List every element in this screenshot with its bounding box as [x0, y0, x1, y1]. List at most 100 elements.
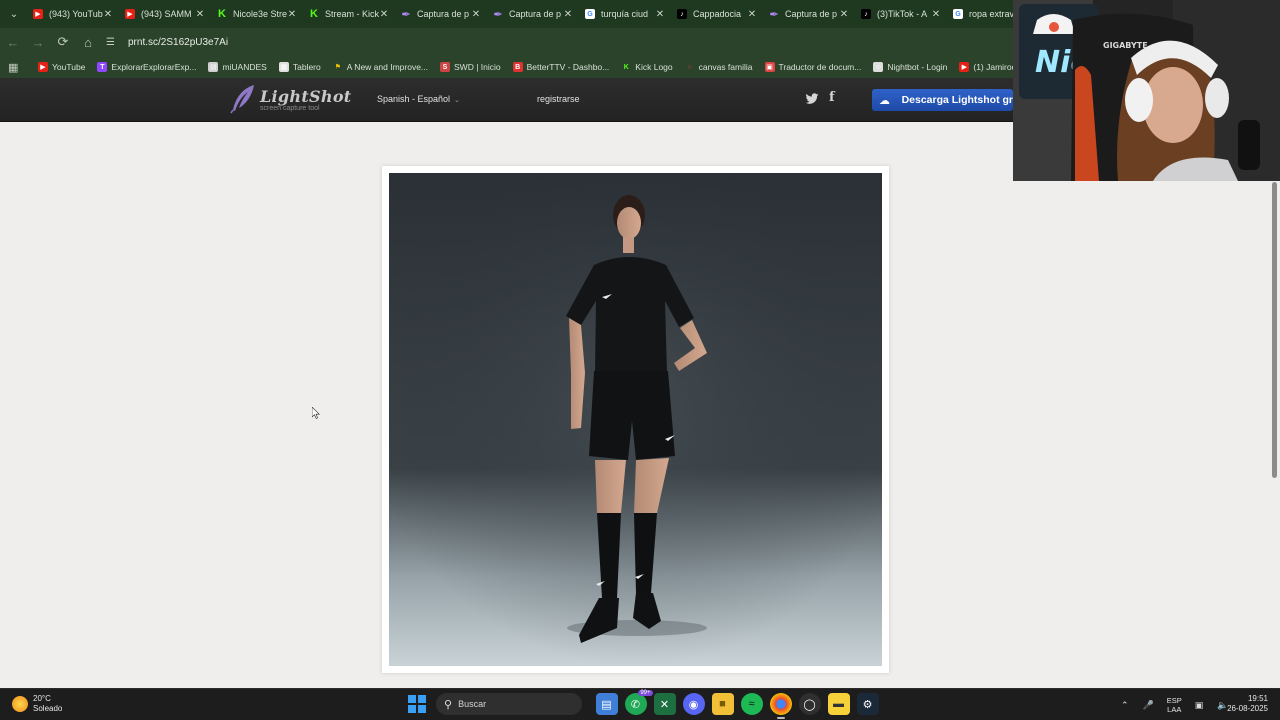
bookmark-label: Traductor de docum...	[778, 62, 862, 72]
show-hidden-icons-chevron-icon[interactable]: ⌃	[1121, 700, 1129, 711]
close-tab-icon[interactable]: ✕	[839, 9, 849, 20]
tab-title: Captura de p	[785, 9, 838, 19]
bookmark-item[interactable]: ▦ Tablero	[278, 62, 321, 72]
forward-arrow-icon[interactable]: →	[26, 30, 50, 54]
language-label: Spanish - Español	[377, 94, 451, 104]
windows-start-icon[interactable]	[408, 695, 426, 713]
bookmark-item[interactable]: ▶ YouTube	[38, 62, 85, 72]
search-placeholder: Buscar	[458, 699, 487, 709]
browser-tab[interactable]: ▶ (943) YouTube ✕	[25, 0, 117, 28]
bookmark-item[interactable]: ▤ miUANDES	[208, 62, 267, 72]
close-tab-icon[interactable]: ✕	[471, 9, 481, 20]
google-icon: G	[585, 9, 595, 19]
browser-tab[interactable]: K Stream - Kick ✕	[301, 0, 393, 28]
download-lightshot-button[interactable]: ☁ Descarga Lightshot gr	[872, 89, 1013, 111]
obs-icon[interactable]: ◯	[798, 693, 821, 715]
facebook-icon[interactable]: f	[829, 90, 835, 105]
url-text[interactable]: prnt.sc/2S162pU3e7Ai	[128, 37, 228, 48]
browser-tab[interactable]: ♪ Cappadocia ✕	[669, 0, 761, 28]
browser-tab[interactable]: ▶ (943) SAMM ✕	[117, 0, 209, 28]
close-tab-icon[interactable]: ✕	[379, 9, 389, 20]
bookmark-item[interactable]: ☺ Nightbot - Login	[873, 62, 947, 72]
lightshot-logo[interactable]: LightShot screen capture tool	[230, 84, 352, 114]
browser-tab[interactable]: ✒ Captura de p ✕	[761, 0, 853, 28]
language-selector[interactable]: Spanish - Español ⌄	[377, 94, 460, 104]
temperature: 20°C	[33, 694, 51, 703]
bookmark-item[interactable]: T ExplorarExplorarExp...	[97, 62, 196, 72]
scrollbar-thumb[interactable]	[1272, 182, 1277, 478]
microphone-icon[interactable]: 🎤	[1143, 700, 1154, 711]
close-tab-icon[interactable]: ✕	[103, 9, 113, 20]
tab-title: Captura de p	[509, 9, 562, 19]
apps-grid-icon[interactable]: ▦	[8, 61, 22, 74]
twitter-icon[interactable]	[805, 92, 819, 106]
tab-title: (3)TikTok - A	[877, 9, 928, 19]
close-tab-icon[interactable]: ✕	[747, 9, 757, 20]
tiktok-icon: ♪	[861, 9, 871, 19]
bookmark-item[interactable]: B BetterTTV - Dashbo...	[512, 62, 609, 72]
uandes-icon: ▤	[208, 62, 219, 72]
network-icon[interactable]: ▣	[1195, 700, 1204, 711]
discord-icon[interactable]: ◉	[682, 693, 705, 715]
youtube-icon: ▶	[959, 62, 970, 72]
bookmark-label: A New and Improve...	[346, 62, 429, 72]
clock-time: 19:51	[1247, 694, 1268, 703]
lightshot-feather-icon: ✒	[769, 8, 779, 21]
bookmark-item[interactable]: ▣ Traductor de docum...	[764, 62, 862, 72]
address-bar[interactable]: ☰ prnt.sc/2S162pU3e7Ai	[106, 31, 1006, 53]
input-language[interactable]: ESP LAA	[1167, 696, 1182, 714]
reload-icon[interactable]: ⟳	[51, 30, 75, 54]
kick-icon: K	[310, 8, 318, 20]
youtube-icon: ▶	[33, 9, 43, 19]
weather-sun-icon	[12, 696, 28, 712]
chrome-icon[interactable]	[769, 693, 792, 719]
register-link[interactable]: registrarse	[537, 94, 580, 104]
lang-bottom: LAA	[1167, 705, 1182, 714]
screenshot-image[interactable]	[389, 173, 882, 666]
browser-tab[interactable]: ✒ Captura de p ✕	[485, 0, 577, 28]
tab-search-chevron-icon[interactable]: ⌄	[3, 3, 25, 25]
lightshot-feather-icon: ✒	[493, 8, 503, 21]
bookmark-item[interactable]: K Kick Logo	[621, 62, 673, 72]
whatsapp-icon[interactable]: ✆ 99+	[624, 690, 653, 715]
notepad-icon[interactable]: ▤	[595, 693, 618, 715]
weather-widget[interactable]: 20°C Soleado	[12, 694, 62, 714]
system-clock[interactable]: 19:51 26-08-2025	[1224, 694, 1268, 714]
close-tab-icon[interactable]: ✕	[287, 9, 297, 20]
bookmark-label: ExplorarExplorarExp...	[111, 62, 197, 72]
vertical-scrollbar[interactable]	[1270, 182, 1280, 688]
canvas-icon: ○	[687, 63, 692, 71]
site-info-icon[interactable]: ☰	[106, 37, 120, 48]
download-label: Descarga Lightshot gr	[901, 94, 1013, 106]
webcam-feed: Nic GIGABYTE	[1013, 0, 1280, 181]
tab-title: (943) YouTube	[49, 9, 103, 19]
close-tab-icon[interactable]: ✕	[655, 9, 665, 20]
browser-tab[interactable]: ♪ (3)TikTok - A ✕	[853, 0, 945, 28]
close-tab-icon[interactable]: ✕	[931, 9, 941, 20]
home-icon[interactable]: ⌂	[76, 30, 100, 54]
logo-name: LightShot	[260, 86, 352, 106]
betterttv-icon: B	[512, 62, 523, 72]
close-tab-icon[interactable]: ✕	[195, 9, 205, 20]
taskbar-search[interactable]: ⚲ Buscar	[436, 693, 582, 715]
steam-icon[interactable]: ⚙	[856, 693, 879, 715]
bookmark-item[interactable]: S SWD | Inicio	[440, 62, 501, 72]
sticky-notes-icon[interactable]: ▬	[827, 693, 850, 715]
tab-title: Stream - Kick	[325, 9, 379, 19]
bookmark-item[interactable]: ○ canvas familia	[685, 62, 753, 72]
excel-icon[interactable]: ✕	[653, 693, 676, 715]
back-arrow-icon[interactable]: ←	[1, 30, 25, 54]
bookmark-label: YouTube	[52, 62, 86, 72]
browser-tab[interactable]: ✒ Captura de p ✕	[393, 0, 485, 28]
bookmark-item[interactable]: ⚑ A New and Improve...	[333, 62, 428, 72]
file-explorer-icon[interactable]: ■	[711, 693, 734, 715]
chair-brand-text: GIGABYTE	[1103, 41, 1148, 50]
spotify-icon[interactable]: ≈	[740, 693, 763, 715]
weather-condition: Soleado	[33, 704, 63, 713]
nightbot-icon: ☺	[873, 62, 884, 72]
close-tab-icon[interactable]: ✕	[563, 9, 573, 20]
browser-tab[interactable]: K Nicole3e Stre ✕	[209, 0, 301, 28]
swd-icon: S	[440, 62, 451, 72]
browser-tab[interactable]: Gturquía ciud ✕	[577, 0, 669, 28]
pin-icon: ⚑	[334, 64, 341, 71]
